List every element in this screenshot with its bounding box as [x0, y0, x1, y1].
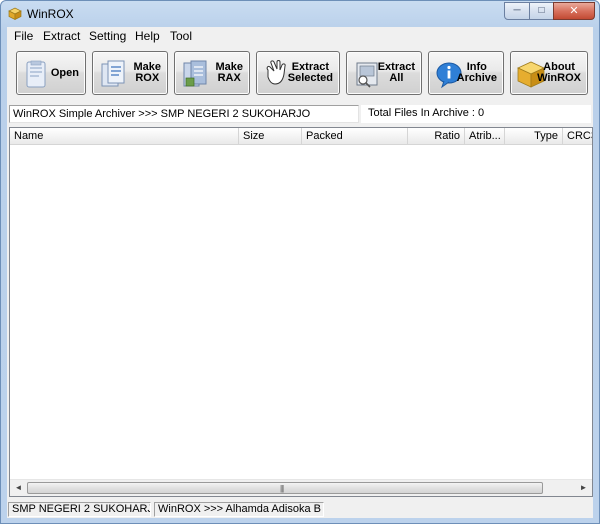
info-archive-label: Info Archive — [456, 61, 497, 84]
scroll-right-icon[interactable]: ► — [575, 480, 592, 496]
make-rox-label: Make ROX — [133, 61, 161, 84]
scroll-grip: ||| — [280, 484, 284, 493]
status-author: WinROX >>> Alhamda Adisoka B — [154, 502, 324, 517]
total-files-label: Total Files In Archive : 0 — [361, 105, 591, 123]
extract-all-button[interactable]: Extract All — [346, 51, 422, 95]
close-button[interactable]: ✕ — [553, 2, 595, 20]
maximize-button[interactable]: □ — [529, 2, 554, 20]
make-rax-button[interactable]: Make RAX — [174, 51, 250, 95]
column-crc[interactable]: CRC3 — [563, 128, 592, 144]
title-bar[interactable]: WinROX ─ □ ✕ — [1, 1, 599, 27]
list-header: Name Size Packed Ratio Atrib... Type CRC… — [10, 128, 592, 145]
about-winrox-label: About WinROX — [537, 61, 581, 84]
app-window: WinROX ─ □ ✕ File Extract Setting Help T… — [0, 0, 600, 524]
column-attributes[interactable]: Atrib... — [465, 128, 505, 144]
column-size[interactable]: Size — [239, 128, 302, 144]
make-rox-icon — [101, 60, 125, 87]
status-school: SMP NEGERI 2 SUKOHARJO — [8, 502, 151, 517]
make-rax-label: Make RAX — [215, 61, 243, 84]
menu-help[interactable]: Help — [132, 29, 163, 43]
horizontal-scrollbar[interactable]: ◄ ||| ► — [10, 479, 592, 496]
extract-all-label: Extract All — [377, 61, 415, 84]
menu-extract[interactable]: Extract — [40, 29, 83, 43]
open-folder-icon — [26, 60, 46, 88]
extract-selected-label: Extract Selected — [287, 61, 333, 84]
open-label: Open — [50, 66, 79, 79]
minimize-button[interactable]: ─ — [504, 2, 530, 20]
archive-path-field[interactable]: WinROX Simple Archiver >>> SMP NEGERI 2 … — [9, 105, 359, 123]
file-list[interactable]: Name Size Packed Ratio Atrib... Type CRC… — [9, 127, 593, 497]
menu-setting[interactable]: Setting — [86, 29, 129, 43]
scroll-thumb[interactable]: ||| — [27, 482, 543, 494]
client-area: File Extract Setting Help Tool Open Make… — [7, 27, 593, 518]
menu-tool[interactable]: Tool — [167, 29, 195, 43]
menu-file[interactable]: File — [11, 29, 36, 43]
scroll-left-icon[interactable]: ◄ — [10, 480, 27, 496]
menu-bar: File Extract Setting Help Tool — [7, 27, 593, 45]
make-rox-button[interactable]: Make ROX — [92, 51, 168, 95]
window-title: WinROX — [27, 7, 74, 21]
status-bar: SMP NEGERI 2 SUKOHARJO WinROX >>> Alhamd… — [7, 500, 593, 518]
extract-selected-button[interactable]: Extract Selected — [256, 51, 340, 95]
app-box-icon — [8, 7, 22, 20]
make-rax-icon — [183, 60, 207, 87]
open-button[interactable]: Open — [16, 51, 86, 95]
column-name[interactable]: Name — [10, 128, 239, 144]
column-ratio[interactable]: Ratio — [408, 128, 465, 144]
column-type[interactable]: Type — [505, 128, 563, 144]
column-packed[interactable]: Packed — [302, 128, 408, 144]
about-winrox-button[interactable]: About WinROX — [510, 51, 588, 95]
info-archive-button[interactable]: Info Archive — [428, 51, 504, 95]
